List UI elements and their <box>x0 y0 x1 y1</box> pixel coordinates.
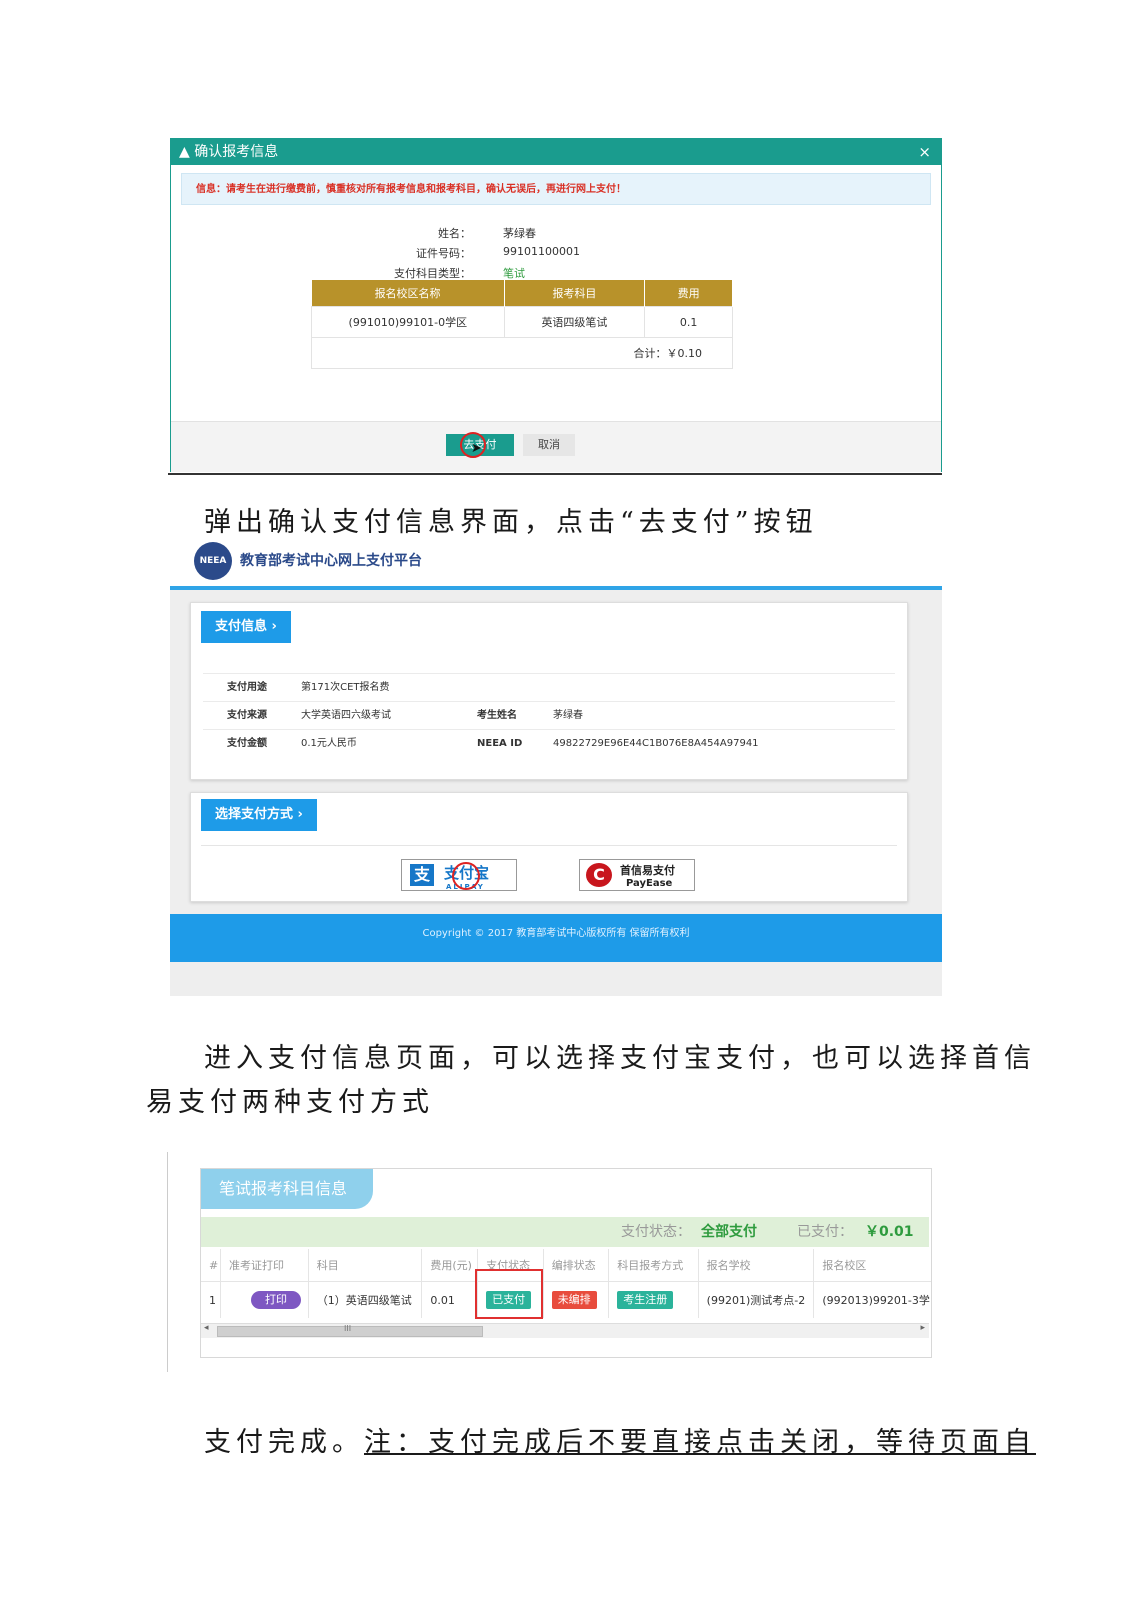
id-label: 证件号码： <box>416 247 471 260</box>
col-index: # <box>201 1249 221 1282</box>
row-key-2: 考生姓名 <box>477 710 517 721</box>
subject-info-panel: 笔试报考科目信息 支付状态： 全部支付 已支付： ￥0.01 # 准考证打印 科… <box>200 1168 932 1358</box>
paid-highlight-box <box>475 1269 543 1319</box>
col-school: 报名学校 <box>698 1249 815 1282</box>
table-row: (991010)99101-0学区 英语四级笔试 0.1 <box>311 306 733 338</box>
payment-info-card: 支付信息 › 支付用途 第171次CET报名费 支付来源 大学英语四六级考试 考… <box>190 602 908 780</box>
payment-status-bar: 支付状态： 全部支付 已支付： ￥0.01 <box>201 1217 929 1247</box>
status-value: 全部支付 <box>701 1224 757 1240</box>
col-fee: 费用(元) <box>421 1249 479 1282</box>
copyright-footer: Copyright © 2017 教育部考试中心版权所有 保留所有权利 <box>170 914 942 962</box>
cell-fee: 0.1 <box>644 306 733 338</box>
user-icon: ▲ <box>179 144 190 160</box>
payease-icon: C <box>586 863 612 887</box>
row-value: 大学英语四六级考试 <box>301 710 391 721</box>
paid-label: 已支付： <box>797 1224 853 1240</box>
dialog-titlebar: ▲ 确认报考信息 × <box>171 139 941 165</box>
divider <box>167 1152 168 1372</box>
cell-index: 1 <box>201 1281 221 1318</box>
payment-platform: NEEA 教育部考试中心网上支付平台 支付信息 › 支付用途 第171次CET报… <box>170 536 942 998</box>
site-name: 教育部考试中心网上支付平台 <box>240 553 422 569</box>
alipay-button[interactable]: 支 支付宝 ALIPAY <box>401 859 517 891</box>
col-print: 准考证打印 <box>220 1249 309 1282</box>
unarranged-badge: 未编排 <box>551 1291 597 1309</box>
id-value: 99101100001 <box>503 245 580 258</box>
col-method: 科目报考方式 <box>608 1249 699 1282</box>
divider <box>201 845 897 846</box>
col-arrange-status: 编排状态 <box>543 1249 610 1282</box>
divider <box>168 473 942 475</box>
info-row: 支付用途 第171次CET报名费 <box>203 673 895 702</box>
cell-subject: 英语四级笔试 <box>503 306 646 338</box>
name-label: 姓名： <box>438 227 471 240</box>
payease-button[interactable]: C 首信易支付 PayEase <box>579 859 695 891</box>
row-key-2: NEEA ID <box>477 738 523 749</box>
type-value: 笔试 <box>503 267 525 280</box>
caption-3-prefix: 支付完成。 <box>204 1427 364 1458</box>
caption-2-line-2: 易支付两种支付方式 <box>146 1087 434 1118</box>
subject-table: # 准考证打印 科目 费用(元) 支付状态 编排状态 科目报考方式 报名学校 报… <box>201 1249 931 1318</box>
row-key: 支付金额 <box>227 738 267 749</box>
caption-3: 支付完成。注：支付完成后不要直接点击关闭，等待页面自 <box>204 1420 1036 1459</box>
cell-school: (99201)测试考点-2 <box>698 1281 815 1318</box>
print-button[interactable]: 打印 <box>250 1291 301 1309</box>
status-label: 支付状态： <box>621 1224 691 1240</box>
row-key: 支付来源 <box>227 710 267 721</box>
scroll-thumb[interactable]: III <box>217 1324 483 1337</box>
dialog-title: ▲ 确认报考信息 <box>179 144 279 160</box>
col-campus: 报名校区名称 <box>311 280 505 307</box>
total-amount: 合计：￥0.10 <box>311 337 733 369</box>
tab-subject-info[interactable]: 笔试报考科目信息 <box>201 1169 373 1209</box>
click-highlight-circle <box>452 862 480 890</box>
mouse-cursor-icon: ➤ <box>471 441 482 456</box>
close-icon[interactable]: × <box>918 139 931 165</box>
name-value: 茅绿春 <box>503 227 536 240</box>
footer-background <box>170 962 942 996</box>
grip-icon: III <box>344 1324 352 1333</box>
alipay-icon: 支 <box>410 864 434 886</box>
row-key: 支付用途 <box>227 682 267 693</box>
cell-campus: (992013)99201-3学 <box>822 1294 930 1307</box>
payment-method-card: 选择支付方式 › 支 支付宝 ALIPAY C 首信易支付 PayEase <box>190 792 908 902</box>
caption-3-note: 注：支付完成后不要直接点击关闭，等待页面自 <box>364 1427 1036 1458</box>
cancel-button[interactable]: 取消 <box>523 434 575 456</box>
caption-1: 弹出确认支付信息界面，点击“去支付”按钮 <box>204 507 818 538</box>
col-subject: 科目 <box>308 1249 423 1282</box>
notice-banner: 信息：请考生在进行缴费前，慎重核对所有报考信息和报考科目，确认无误后，再进行网上… <box>181 173 931 205</box>
neea-logo-icon: NEEA <box>194 542 232 580</box>
cell-method: 考生注册 <box>608 1281 699 1318</box>
paid-value: ￥0.01 <box>865 1224 914 1240</box>
section-payment-info: 支付信息 › <box>201 611 291 643</box>
confirm-dialog: ▲ 确认报考信息 × 信息：请考生在进行缴费前，慎重核对所有报考信息和报考科目，… <box>170 138 942 472</box>
table-row: 1 打印 （1）英语四级笔试 0.01 已支付 未编排 考生注册 (99201)… <box>201 1281 931 1318</box>
info-row: 支付来源 大学英语四六级考试 考生姓名 茅绿春 <box>203 701 895 730</box>
row-value-2: 茅绿春 <box>553 710 583 721</box>
subject-fee-table: 报名校区名称 报考科目 费用 (991010)99101-0学区 英语四级笔试 … <box>311 280 733 369</box>
cell-subject: （1）英语四级笔试 <box>308 1281 423 1318</box>
cell-campus: (991010)99101-0学区 <box>311 306 505 338</box>
section-payment-method: 选择支付方式 › <box>201 799 317 831</box>
cell-fee: 0.01 <box>421 1281 479 1318</box>
scroll-left-icon[interactable]: ◂ <box>204 1323 209 1333</box>
platform-header: NEEA 教育部考试中心网上支付平台 <box>170 536 942 590</box>
col-campus: 报名校区 <box>813 1249 931 1282</box>
col-fee: 费用 <box>644 280 733 307</box>
caption-2-line-1: 进入支付信息页面，可以选择支付宝支付，也可以选择首信 <box>204 1043 1036 1074</box>
info-row: 支付金额 0.1元人民币 NEEA ID 49822729E96E44C1B07… <box>203 729 895 758</box>
row-value: 第171次CET报名费 <box>301 682 390 693</box>
row-value: 0.1元人民币 <box>301 738 357 749</box>
cell-print: 打印 <box>220 1281 309 1318</box>
method-badge: 考生注册 <box>617 1291 674 1309</box>
type-label: 支付科目类型： <box>394 267 471 280</box>
cell-arrange-status: 未编排 <box>543 1281 610 1318</box>
row-value-2: 49822729E96E44C1B076E8A454A97941 <box>553 738 759 749</box>
col-subject: 报考科目 <box>504 280 646 307</box>
payease-sub: PayEase <box>626 878 673 889</box>
scroll-right-icon[interactable]: ▸ <box>920 1323 925 1333</box>
horizontal-scrollbar[interactable]: ◂ III ▸ <box>201 1323 929 1338</box>
